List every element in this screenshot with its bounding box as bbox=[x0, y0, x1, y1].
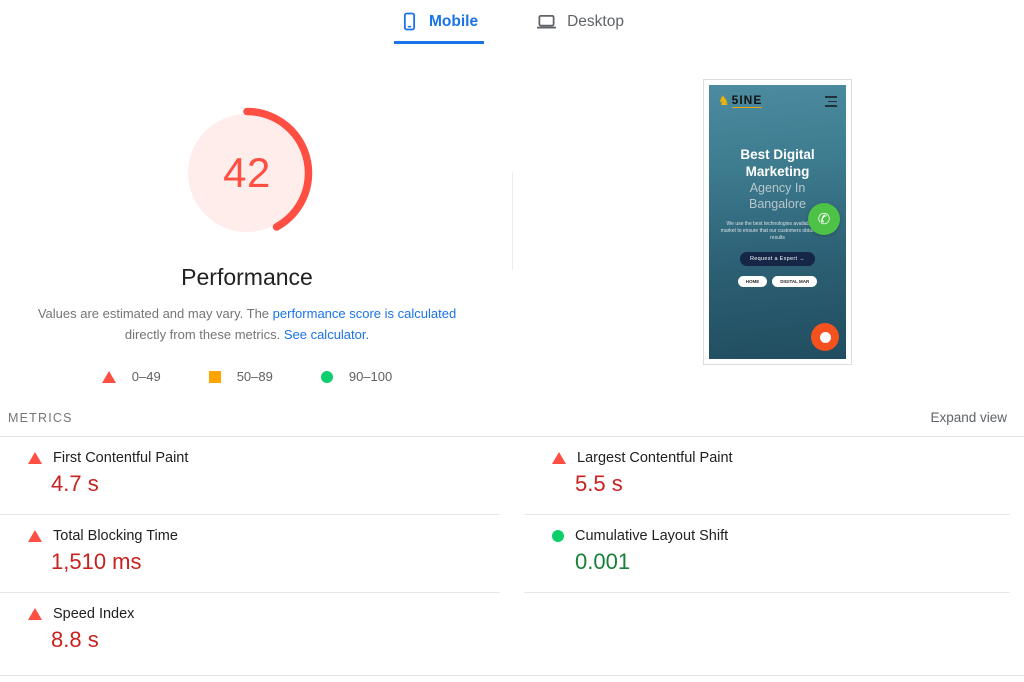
summary-divider bbox=[512, 172, 513, 270]
chat-fab-icon bbox=[811, 323, 839, 351]
tab-mobile-label: Mobile bbox=[429, 12, 479, 30]
metrics-section-title: METRICS bbox=[8, 410, 73, 425]
metric-label: First Contentful Paint bbox=[53, 450, 189, 466]
page-screenshot-thumbnail[interactable]: ♞ 5INE Best Digital Marketing Agency In … bbox=[703, 79, 852, 365]
legend-item-average: 50–89 bbox=[208, 369, 273, 384]
performance-gauge: 42 bbox=[180, 106, 314, 240]
see-calculator-link[interactable]: See calculator. bbox=[284, 327, 369, 342]
laptop-icon bbox=[536, 12, 557, 31]
nav-pill-home: HOME bbox=[737, 276, 768, 287]
bottom-divider bbox=[0, 675, 1024, 676]
tab-desktop-label: Desktop bbox=[567, 12, 624, 30]
metric-label: Cumulative Layout Shift bbox=[575, 528, 729, 544]
metric-speed-index: Speed Index 8.8 s bbox=[0, 593, 500, 671]
request-expert-button: Request a Expert → bbox=[740, 252, 815, 266]
metric-value: 8.8 s bbox=[51, 627, 99, 652]
poor-triangle-icon bbox=[28, 452, 42, 464]
smartphone-icon bbox=[400, 12, 419, 31]
metric-value: 5.5 s bbox=[575, 471, 623, 496]
performance-title: Performance bbox=[181, 264, 313, 290]
average-square-icon bbox=[208, 370, 221, 383]
score-calculated-link[interactable]: performance score is calculated bbox=[273, 306, 457, 321]
legend-average-label: 50–89 bbox=[236, 369, 273, 384]
poor-triangle-icon bbox=[101, 370, 116, 383]
metrics-grid: First Contentful Paint 4.7 s Total Block… bbox=[0, 437, 1010, 671]
metric-value: 4.7 s bbox=[51, 471, 99, 496]
poor-triangle-icon bbox=[28, 530, 42, 542]
metric-largest-contentful-paint: Largest Contentful Paint 5.5 s bbox=[524, 437, 1010, 515]
score-legend: 0–49 50–89 90–100 bbox=[27, 369, 467, 384]
metric-label: Speed Index bbox=[53, 606, 135, 622]
good-circle-icon bbox=[320, 370, 333, 383]
device-tabbar: Mobile Desktop bbox=[0, 0, 1024, 48]
good-circle-icon bbox=[552, 530, 564, 542]
pagespeed-report: Mobile Desktop 42 Performance Values are… bbox=[0, 0, 1024, 682]
poor-triangle-icon bbox=[28, 608, 42, 620]
site-logo: ♞ 5INE bbox=[718, 93, 763, 108]
legend-item-poor: 0–49 bbox=[101, 369, 161, 384]
thumbnail-screen: ♞ 5INE Best Digital Marketing Agency In … bbox=[709, 85, 846, 359]
metric-cumulative-layout-shift: Cumulative Layout Shift 0.001 bbox=[524, 515, 1010, 593]
metric-first-contentful-paint: First Contentful Paint 4.7 s bbox=[0, 437, 500, 515]
nav-pill-digital: DIGITAL MAR bbox=[772, 276, 818, 287]
metric-label: Largest Contentful Paint bbox=[577, 450, 733, 466]
site-nav-pills: HOME DIGITAL MAR bbox=[709, 276, 846, 287]
performance-score: 42 bbox=[223, 149, 271, 196]
legend-poor-label: 0–49 bbox=[131, 369, 161, 384]
expand-view-button[interactable]: Expand view bbox=[930, 410, 1007, 425]
headline-line-3: Agency In bbox=[749, 181, 806, 195]
headline-line-1: Best Digital bbox=[740, 147, 815, 162]
site-logo-text: 5INE bbox=[731, 93, 763, 108]
metrics-header: METRICS Expand view bbox=[8, 410, 1007, 425]
whatsapp-icon: ✆ bbox=[808, 203, 840, 235]
tab-desktop[interactable]: Desktop bbox=[530, 10, 630, 44]
metric-label: Total Blocking Time bbox=[53, 528, 178, 544]
metric-value: 0.001 bbox=[575, 549, 631, 574]
metric-value: 1,510 ms bbox=[51, 549, 142, 574]
poor-triangle-icon bbox=[552, 452, 566, 464]
site-logo-icon: ♞ bbox=[718, 93, 730, 108]
performance-description: Values are estimated and may vary. The p… bbox=[22, 303, 472, 345]
thumbnail-site-header: ♞ 5INE bbox=[709, 85, 846, 108]
description-text-1: Values are estimated and may vary. The bbox=[37, 306, 273, 321]
metric-total-blocking-time: Total Blocking Time 1,510 ms bbox=[0, 515, 500, 593]
headline-line-2: Marketing bbox=[745, 164, 810, 179]
hamburger-menu-icon bbox=[825, 94, 837, 107]
legend-item-good: 90–100 bbox=[320, 369, 393, 384]
tab-mobile[interactable]: Mobile bbox=[394, 10, 485, 44]
legend-good-label: 90–100 bbox=[348, 369, 393, 384]
description-text-2: directly from these metrics. bbox=[124, 327, 284, 342]
